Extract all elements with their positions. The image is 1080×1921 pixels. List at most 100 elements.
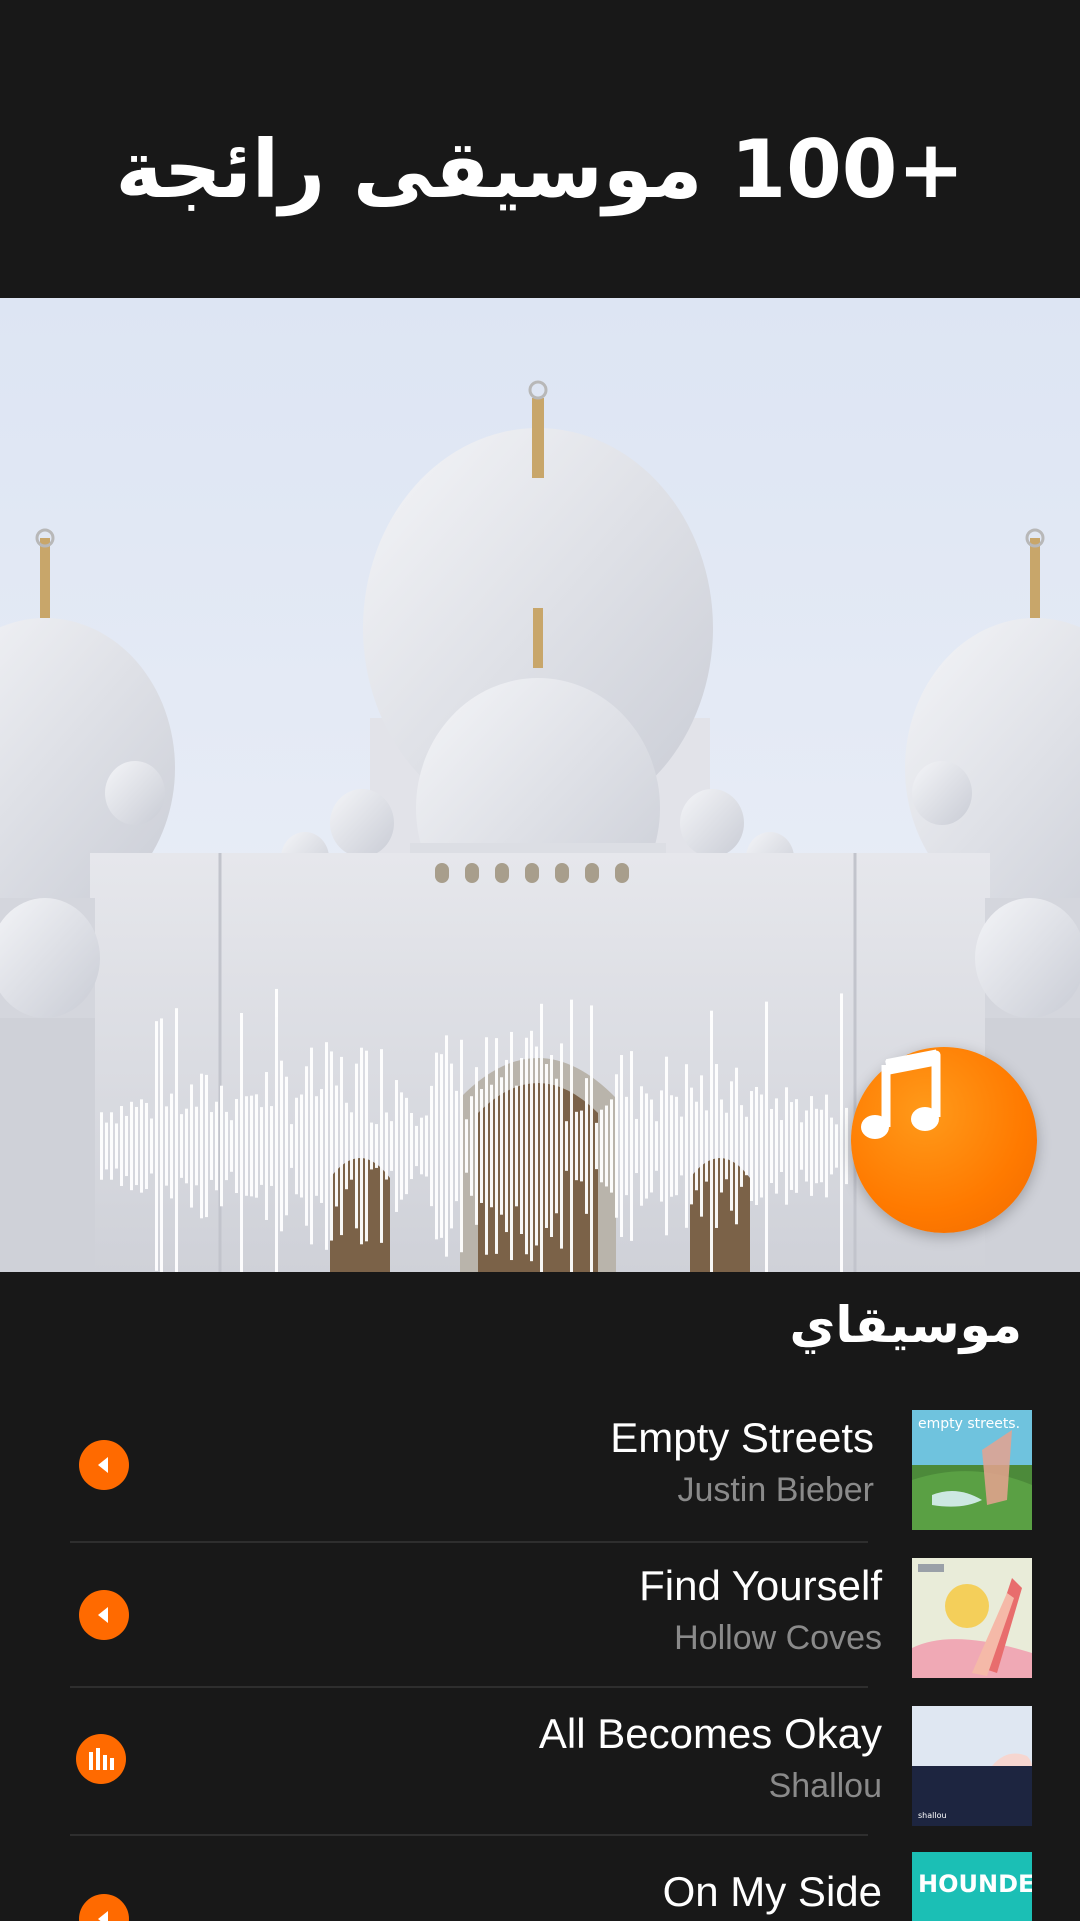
waveform-bar <box>505 1059 508 1233</box>
waveform-bar <box>315 1096 318 1196</box>
waveform-bar <box>645 1093 648 1199</box>
waveform-bar <box>765 1001 768 1272</box>
waveform-bar <box>270 1106 273 1186</box>
waveform-bar <box>135 1106 138 1186</box>
waveform-bar <box>540 1003 543 1272</box>
waveform-bar <box>465 1119 468 1173</box>
hero-image <box>0 298 1080 1272</box>
waveform-bar <box>395 1080 398 1212</box>
waveform-bar <box>370 1122 373 1170</box>
waveform-bar <box>210 1112 213 1180</box>
album-cover: HOUNDED <box>912 1852 1032 1921</box>
waveform-bar <box>780 1120 783 1172</box>
waveform-bar <box>335 1085 338 1207</box>
waveform-bar <box>545 1064 548 1228</box>
waveform-bar <box>525 1037 528 1255</box>
play-button[interactable] <box>79 1894 129 1921</box>
waveform-bar <box>420 1117 423 1175</box>
waveform-bar <box>710 1010 713 1272</box>
waveform-bar <box>125 1115 128 1177</box>
waveform-bar <box>805 1110 808 1182</box>
waveform-bar <box>275 988 278 1272</box>
track-row-all-becomes-okay[interactable]: All Becomes Okay Shallou shallou <box>70 1688 1032 1834</box>
waveform-bar <box>405 1097 408 1195</box>
track-title: On My Side <box>662 1868 882 1915</box>
waveform-bar <box>220 1085 223 1207</box>
waveform-bar <box>245 1096 248 1196</box>
waveform-bar <box>330 1051 333 1241</box>
waveform-bar <box>185 1108 188 1184</box>
waveform-bar <box>105 1122 108 1170</box>
waveform-bar <box>480 1089 483 1203</box>
waveform-bar <box>745 1116 748 1176</box>
now-playing-button[interactable] <box>76 1734 126 1784</box>
waveform-bar <box>725 1112 728 1180</box>
waveform-bar <box>215 1101 218 1191</box>
waveform-bar <box>825 1094 828 1198</box>
cover-text: empty streets. <box>918 1416 1020 1432</box>
waveform-bar <box>605 1105 608 1187</box>
waveform-bar <box>535 1046 538 1246</box>
waveform-bar <box>300 1094 303 1198</box>
track-row-on-my-side[interactable]: On My Side HOUNDED <box>70 1836 1032 1921</box>
track-row-find-yourself[interactable]: Find Yourself Hollow Coves <box>70 1540 1032 1686</box>
waveform-bar <box>685 1064 688 1228</box>
waveform-bar <box>770 1108 773 1184</box>
play-button[interactable] <box>79 1590 129 1640</box>
waveform-bar <box>655 1121 658 1171</box>
waveform-bar <box>810 1096 813 1196</box>
waveform-bar <box>485 1037 488 1255</box>
waveform-bar <box>305 1066 308 1226</box>
waveform-bar <box>200 1073 203 1219</box>
waveform-bar <box>165 1106 168 1186</box>
waveform-bar <box>590 1005 593 1272</box>
equalizer-icon <box>89 1748 114 1770</box>
track-artist: Hollow Coves <box>674 1619 882 1657</box>
waveform-bar <box>470 1096 473 1196</box>
music-fab-button[interactable] <box>851 1047 1037 1233</box>
waveform-bar <box>450 1063 453 1229</box>
waveform-bar <box>175 1008 178 1272</box>
waveform-bar <box>285 1076 288 1216</box>
music-note-icon <box>861 1049 941 1139</box>
play-button[interactable] <box>79 1440 129 1490</box>
waveform-bar <box>720 1099 723 1193</box>
waveform-bar <box>345 1102 348 1190</box>
waveform-bar <box>775 1098 778 1194</box>
waveform-bar <box>560 1043 563 1249</box>
waveform-bar <box>265 1072 268 1220</box>
waveform-bar <box>475 1067 478 1225</box>
waveform-bar <box>595 1122 598 1170</box>
play-icon <box>98 1911 108 1921</box>
waveform-bar <box>520 1057 523 1235</box>
waveform-bar <box>785 1087 788 1205</box>
waveform-bar <box>355 1063 358 1229</box>
waveform-bar <box>445 1035 448 1257</box>
waveform-bar <box>585 1078 588 1214</box>
app-screen: +100 موسيقى رائجة موسيقاي Empty Streets … <box>0 0 1080 1921</box>
waveform-bar <box>500 1077 503 1215</box>
waveform-bar <box>415 1125 418 1167</box>
waveform-bar <box>795 1099 798 1193</box>
waveform-bar <box>705 1110 708 1182</box>
waveform-bar <box>435 1052 438 1240</box>
waveform-bar <box>340 1056 343 1236</box>
waveform-bar <box>575 1111 578 1181</box>
waveform-bar <box>255 1094 258 1198</box>
waveform-bar <box>790 1102 793 1190</box>
waveform-bar <box>100 1112 103 1180</box>
waveform-bar <box>555 1078 558 1214</box>
waveform-bar <box>115 1123 118 1169</box>
waveform-bar <box>700 1075 703 1217</box>
waveform-bar <box>295 1097 298 1195</box>
waveform-bar <box>670 1095 673 1197</box>
waveform-bar <box>620 1055 623 1237</box>
waveform-bar <box>800 1122 803 1170</box>
waveform-bar <box>260 1107 263 1185</box>
track-row-empty-streets[interactable]: Empty Streets Justin Bieber empty street… <box>70 1392 1032 1538</box>
waveform-bar <box>690 1087 693 1205</box>
album-cover: empty streets. <box>912 1410 1032 1530</box>
cover-text: shallou <box>918 1811 947 1820</box>
waveform-bar <box>495 1038 498 1254</box>
waveform-bar <box>515 1085 518 1207</box>
